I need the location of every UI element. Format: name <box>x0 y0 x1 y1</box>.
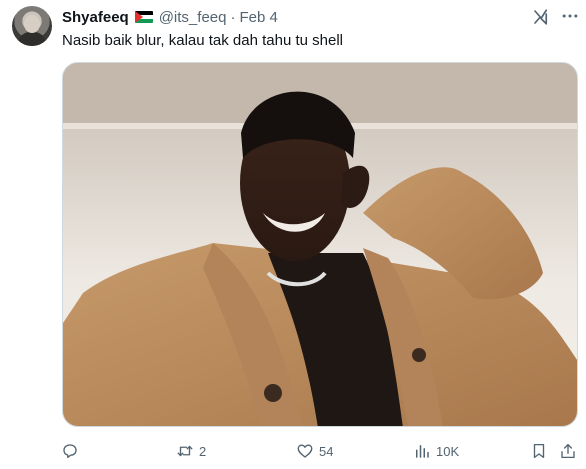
palestine-flag-icon <box>134 11 153 23</box>
separator-dot: · <box>230 8 236 26</box>
avatar[interactable] <box>12 6 52 46</box>
views-button[interactable]: 10K <box>413 438 459 464</box>
repost-button[interactable]: 2 <box>176 438 206 464</box>
action-bar: 2 54 10K <box>0 438 586 464</box>
repost-count: 2 <box>199 443 207 459</box>
tweet-photo[interactable] <box>62 62 578 427</box>
reply-button[interactable] <box>61 438 84 464</box>
views-icon <box>416 445 429 458</box>
tweet-header: Shyafeeq @its_feeq · Feb 4 <box>62 7 278 27</box>
share-icon <box>561 443 575 459</box>
like-count: 54 <box>319 443 334 459</box>
tweet-date[interactable]: Feb 4 <box>239 9 277 26</box>
share-button[interactable] <box>559 438 577 464</box>
bookmark-icon <box>533 443 545 459</box>
reply-icon <box>63 444 77 459</box>
display-name[interactable]: Shyafeeq <box>62 9 129 26</box>
repost-icon <box>177 445 193 457</box>
like-icon <box>297 444 313 458</box>
like-button[interactable]: 54 <box>296 438 333 464</box>
avatar-face-shape <box>24 15 40 33</box>
views-count: 10K <box>436 443 460 459</box>
bookmark-button[interactable] <box>530 438 548 464</box>
handle[interactable]: @its_feeq <box>159 9 227 26</box>
photo-illustration <box>63 63 577 426</box>
more-icon[interactable] <box>560 6 580 26</box>
avatar-body-shape <box>18 32 46 46</box>
grok-icon[interactable] <box>532 8 550 26</box>
tweet-text: Nasib baik blur, kalau tak dah tahu tu s… <box>62 32 344 49</box>
tweet[interactable]: Shyafeeq @its_feeq · Feb 4 Nasib baik bl… <box>0 0 586 469</box>
